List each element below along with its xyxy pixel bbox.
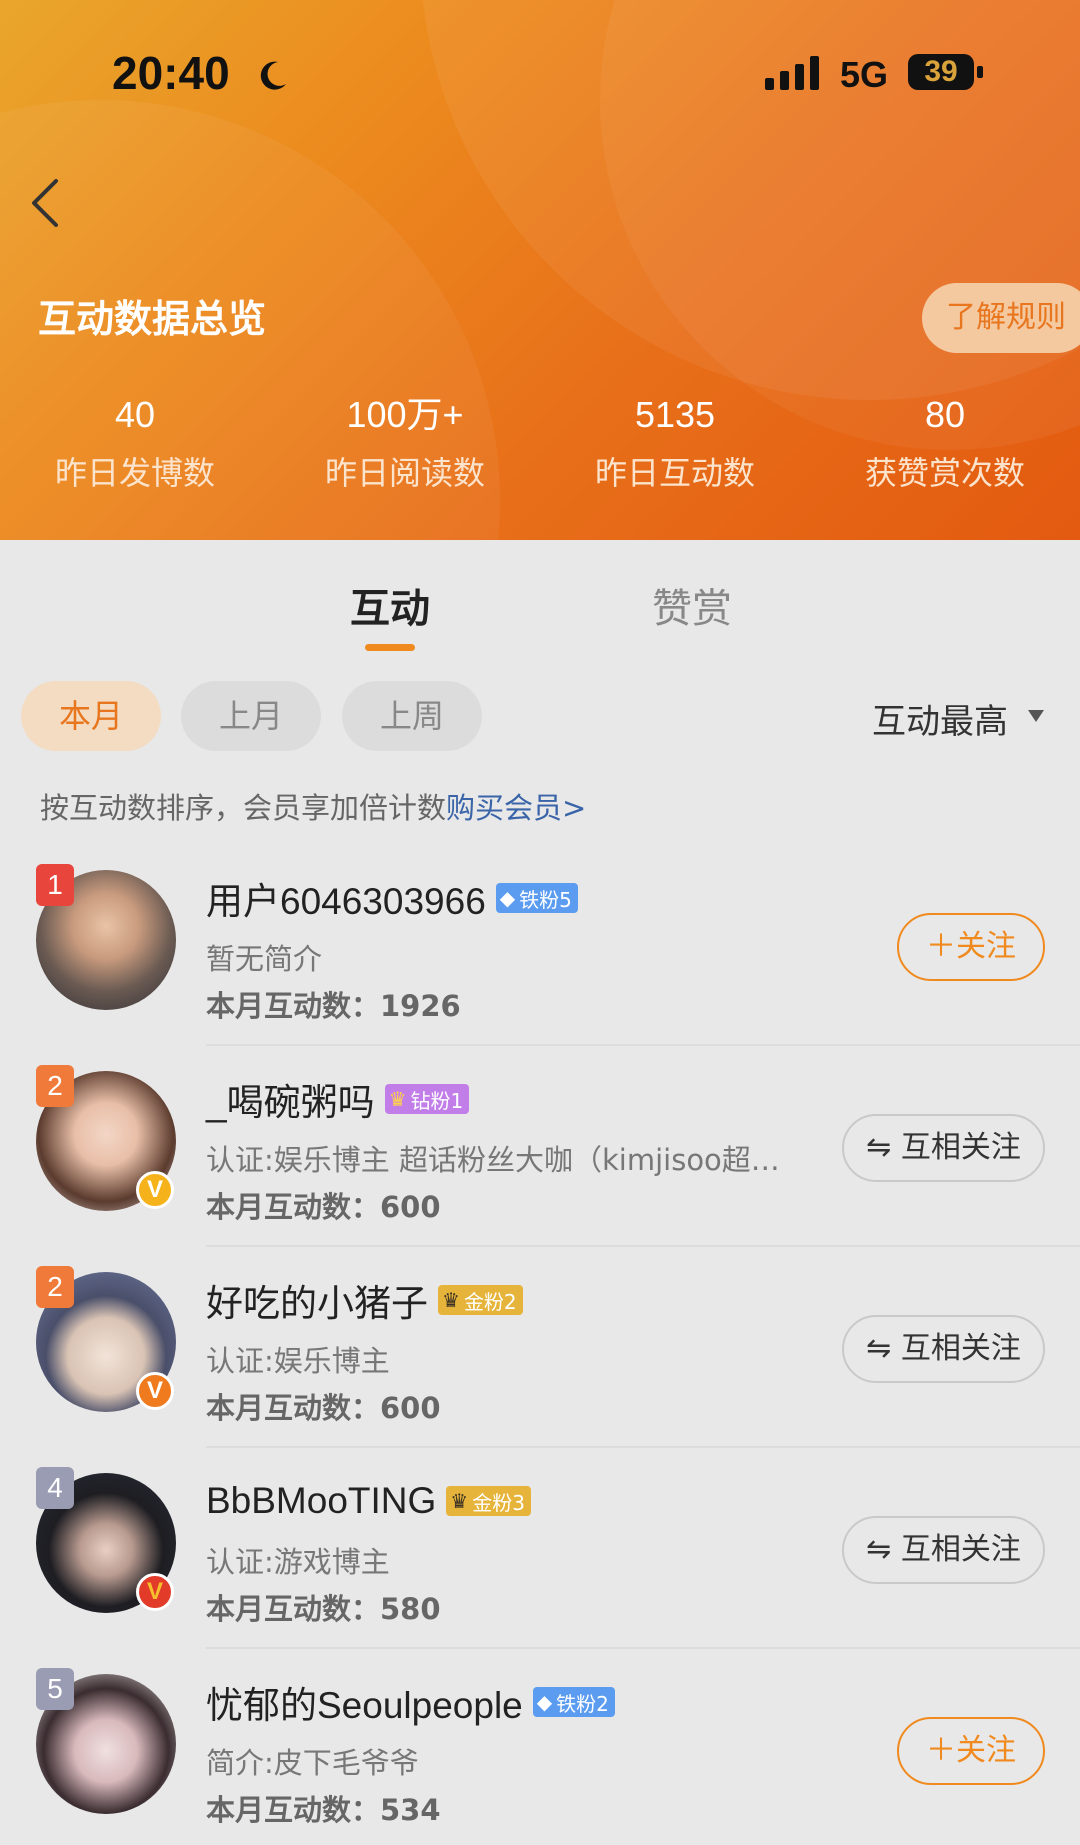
moon-icon [260,61,286,90]
follow-button[interactable]: ＋关注 [897,913,1045,981]
filter-last-month[interactable]: 上月 [181,681,321,751]
interaction-count: 本月互动数：1926 [206,989,461,1023]
rank-badge: 4 [36,1467,74,1509]
stat-interactions: 5135 昨日互动数 [540,392,810,494]
follow-button[interactable]: ＋关注 [897,1717,1045,1785]
stat-label: 昨日互动数 [594,454,755,492]
user-desc: 简介:皮下毛爷爷 [206,1746,419,1780]
stats-row: 40 昨日发博数 100万+ 昨日阅读数 5135 昨日互动数 80 获赞赏次数 [0,392,1080,502]
verified-badge: V [136,1171,174,1209]
caret-down-icon[interactable] [1028,710,1044,724]
interaction-count: 本月互动数：600 [206,1190,441,1224]
list-item[interactable]: 2 V 好吃的小猪子 ♛ 金粉2 认证:娱乐博主 本月互动数：600 ⇋ 互相关注 [0,1247,1080,1448]
fan-badge-label: 金粉2 [463,1289,517,1314]
list-item[interactable]: 2 V _喝碗粥吗 ♛ 钻粉1 认证:娱乐博主 超话粉丝大咖（kimjisoo超…… [0,1046,1080,1247]
stat-label: 获赞赏次数 [864,454,1025,492]
name-line: 用户6046303966 ◆ 铁粉5 [206,873,578,923]
sort-hint: 按互动数排序，会员享加倍计数购买会员> [40,785,586,827]
user-name[interactable]: 好吃的小猪子 [206,1273,428,1327]
stat-value: 5135 [634,394,716,435]
verified-badge: V [136,1372,174,1410]
tab-reward[interactable]: 赞赏 [652,576,732,634]
crown-icon: ♛ [388,1087,407,1111]
mutual-follow-button[interactable]: ⇋ 互相关注 [842,1315,1045,1383]
battery-level: 39 [924,55,958,88]
filter-last-week[interactable]: 上周 [342,681,482,751]
tab-indicator [365,644,415,651]
filter-this-month[interactable]: 本月 [21,681,161,751]
diamond-icon: ◆ [499,886,516,910]
interaction-count: 本月互动数：600 [206,1391,441,1425]
stat-label: 昨日阅读数 [324,454,485,492]
fan-badge: ◆ 铁粉2 [532,1687,615,1717]
fan-badge-label: 铁粉2 [556,1691,609,1716]
fan-badge: ♛ 金粉3 [446,1486,531,1516]
stat-reads: 100万+ 昨日阅读数 [270,392,540,494]
rank-badge: 1 [36,864,74,906]
name-line: 好吃的小猪子 ♛ 金粉2 [206,1275,523,1325]
fan-badge: ◆ 铁粉5 [495,883,578,913]
fan-badge-label: 钻粉1 [410,1088,464,1113]
user-desc: 认证:娱乐博主 超话粉丝大咖（kimjisoo超… [206,1143,780,1177]
crown-icon: ♛ [450,1489,469,1513]
interaction-count: 本月互动数：534 [206,1793,441,1827]
signal-icon [765,56,819,90]
name-line: _喝碗粥吗 ♛ 钻粉1 [206,1072,470,1126]
network-label: 5G [840,54,889,95]
stat-value: 80 [924,394,966,435]
diamond-icon: ◆ [536,1690,553,1714]
name-line: 忧郁的Seoulpeople ◆ 铁粉2 [206,1677,615,1727]
stat-value: 40 [114,394,156,435]
interaction-count: 本月互动数：580 [206,1592,441,1626]
fan-badge-label: 金粉3 [472,1490,525,1515]
stat-rewards: 80 获赞赏次数 [810,392,1080,494]
stat-value: 100万+ [346,394,464,435]
list-item[interactable]: 5 忧郁的Seoulpeople ◆ 铁粉2 简介:皮下毛爷爷 本月互动数：534… [0,1649,1080,1845]
user-desc: 认证:游戏博主 [206,1545,390,1579]
name-line: BbBMooTING ♛ 金粉3 [206,1476,531,1526]
status-time: 20:40 [112,47,230,99]
sort-dropdown[interactable]: 互动最高 [872,694,1008,743]
verified-badge: V [136,1573,174,1611]
header-banner: 20:40 5G 39 互动数据总览 了解规则 40 昨日发博数 100万+ 昨… [0,0,1080,540]
hint-text: 按互动数排序，会员享加倍计数 [40,791,447,825]
user-desc: 暂无简介 [206,942,323,976]
tab-bar: 互动 赞赏 [0,540,1080,660]
rank-badge: 2 [36,1266,74,1308]
mutual-follow-button[interactable]: ⇋ 互相关注 [842,1516,1045,1584]
mutual-follow-button[interactable]: ⇋ 互相关注 [842,1114,1045,1182]
battery-cap [977,66,983,78]
list-item[interactable]: 4 V BbBMooTING ♛ 金粉3 认证:游戏博主 本月互动数：580 ⇋ … [0,1448,1080,1649]
fan-badge: ♛ 金粉2 [438,1285,523,1315]
overview-title: 互动数据总览 [38,297,267,341]
fan-badge: ♛ 钻粉1 [384,1084,470,1114]
stat-label: 昨日发博数 [54,454,215,492]
back-icon[interactable] [26,175,66,231]
fan-badge-label: 铁粉5 [519,887,572,912]
user-desc: 认证:娱乐博主 [206,1344,390,1378]
user-name[interactable]: 忧郁的Seoulpeople [206,1675,523,1729]
rank-badge: 2 [36,1065,74,1107]
user-name[interactable]: BbBMooTING [206,1480,436,1522]
battery-icon: 39 [908,54,974,90]
user-name[interactable]: _喝碗粥吗 [206,1072,375,1126]
buy-membership-link[interactable]: 购买会员> [446,791,586,825]
tab-interaction[interactable]: 互动 [350,576,430,634]
user-name[interactable]: 用户6046303966 [206,871,486,925]
stat-posts: 40 昨日发博数 [0,392,270,494]
list-item[interactable]: 1 用户6046303966 ◆ 铁粉5 暂无简介 本月互动数：1926 ＋关注 [0,845,1080,1046]
rules-button[interactable]: 了解规则 [922,283,1080,353]
crown-icon: ♛ [442,1288,460,1312]
rank-badge: 5 [36,1668,74,1710]
